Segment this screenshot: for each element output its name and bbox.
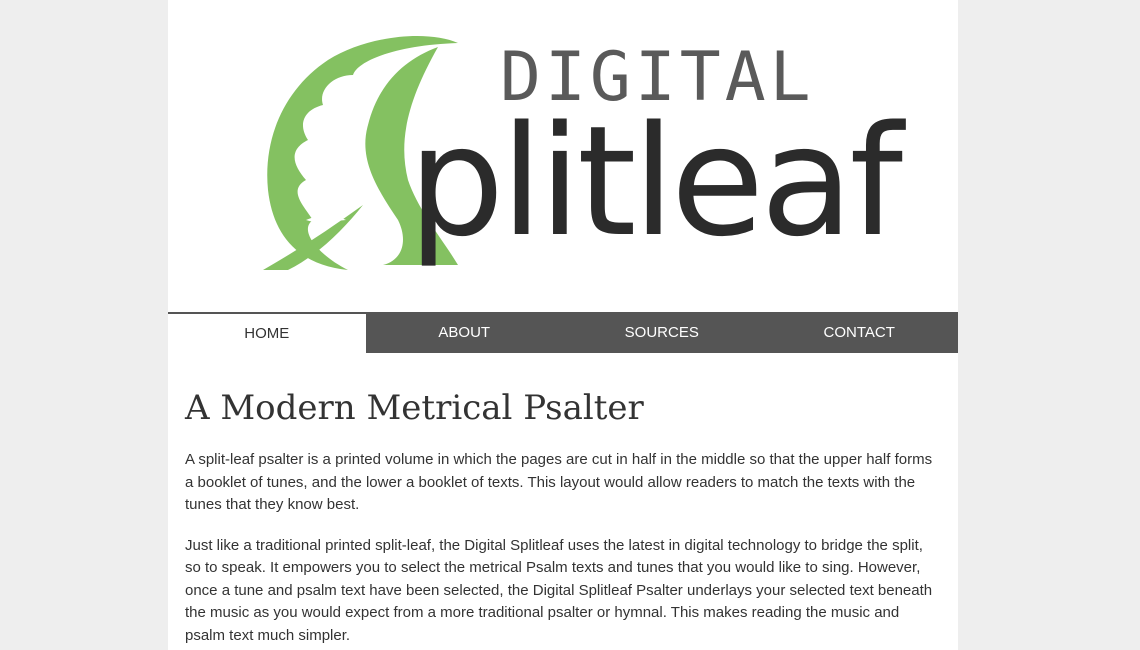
nav-home[interactable]: HOME: [168, 312, 366, 353]
page-title: A Modern Metrical Psalter: [185, 388, 644, 428]
nav-contact[interactable]: CONTACT: [761, 312, 959, 353]
nav-sources[interactable]: SOURCES: [563, 312, 761, 353]
page-container: DIGITAL plitleaf HOME ABOUT SOURCES CONT…: [168, 0, 958, 650]
main-content: A Modern Metrical Psalter A split-leaf p…: [185, 388, 942, 650]
nav-about[interactable]: ABOUT: [366, 312, 564, 353]
logo-splitleaf-text: plitleaf: [408, 93, 903, 270]
main-navigation: HOME ABOUT SOURCES CONTACT: [168, 312, 958, 353]
site-header: DIGITAL plitleaf: [168, 0, 958, 312]
intro-paragraph: A split-leaf psalter is a printed volume…: [185, 451, 933, 514]
description-paragraph: Just like a traditional printed split-le…: [185, 536, 933, 644]
